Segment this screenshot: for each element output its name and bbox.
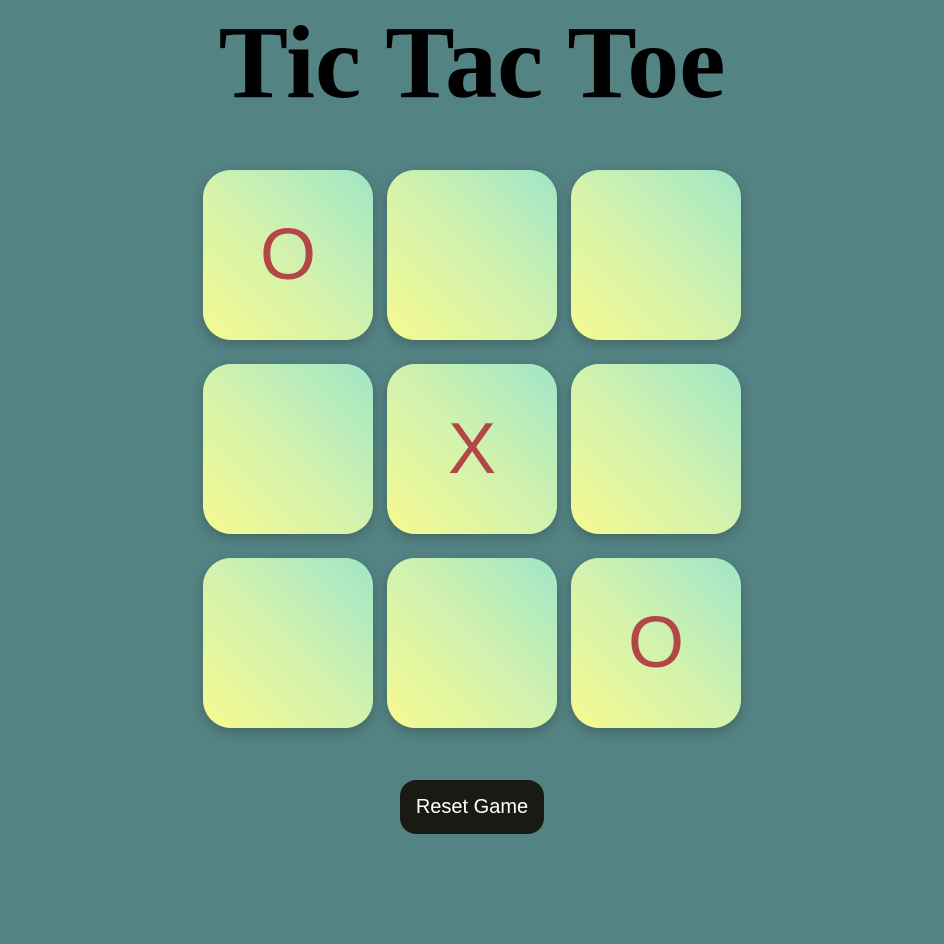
page-title: Tic Tac Toe: [218, 5, 726, 120]
board-cell-3[interactable]: [203, 364, 373, 534]
cell-mark: O: [259, 215, 316, 295]
reset-game-button[interactable]: Reset Game: [400, 780, 544, 834]
board-cell-7[interactable]: [387, 558, 557, 728]
cell-mark: O: [627, 603, 684, 683]
board-cell-4[interactable]: X: [387, 364, 557, 534]
board-cell-6[interactable]: [203, 558, 373, 728]
board-cell-1[interactable]: [387, 170, 557, 340]
board-cell-5[interactable]: [571, 364, 741, 534]
board-cell-2[interactable]: [571, 170, 741, 340]
cell-mark: X: [447, 409, 497, 489]
board-cell-8[interactable]: O: [571, 558, 741, 728]
board-cell-0[interactable]: O: [203, 170, 373, 340]
game-board: O X O: [203, 170, 741, 728]
